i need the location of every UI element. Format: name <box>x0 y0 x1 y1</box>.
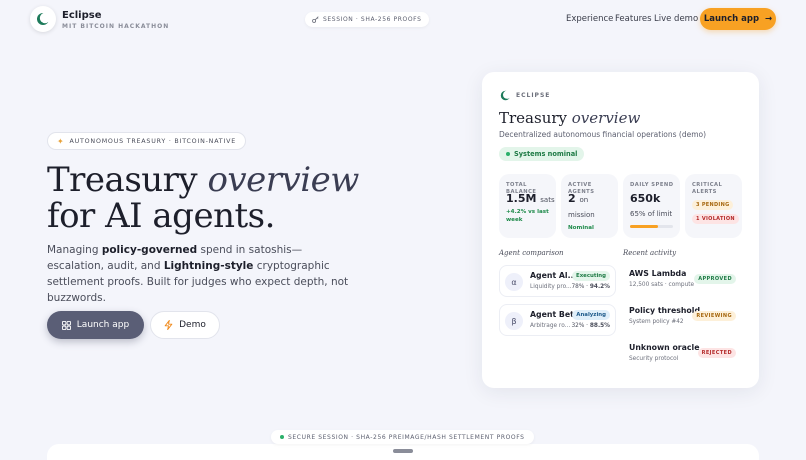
sparkle-icon: ✦ <box>57 136 65 146</box>
hero-title: Treasury overview for AI agents. <box>47 162 359 234</box>
recent-activity-heading: Recent activity <box>623 249 677 257</box>
secure-session-label: SECURE SESSION · SHA-256 PREIMAGE/HASH S… <box>288 433 525 441</box>
status-label: Systems nominal <box>514 150 578 158</box>
hero-desc-bold2: Lightning-style <box>163 260 254 272</box>
activity-status-tag: APPROVED <box>694 274 736 284</box>
stat-critical-alerts: CRITICAL ALERTS 3 PENDING 1 VIOLATION <box>685 174 742 238</box>
eclipse-logo-icon <box>500 90 511 101</box>
header-launch-label: Launch app <box>703 14 760 24</box>
agent-stat1: 32% <box>571 323 585 329</box>
activity-subtitle: System policy #42 <box>629 319 684 325</box>
card-subtitle: Decentralized autonomous financial opera… <box>499 130 707 139</box>
spend-progress-track <box>630 225 673 228</box>
key-icon <box>312 16 319 23</box>
card-title-italic: overview <box>571 109 641 127</box>
session-pill: SESSION · SHA-256 PROOFS <box>305 12 429 27</box>
activity-item[interactable]: Unknown oracle Security protocol REJECTE… <box>623 339 742 371</box>
agent-meta: Arbitrage ro... <box>530 323 571 329</box>
session-label: SESSION · SHA-256 PROOFS <box>323 16 422 23</box>
agent-name: Agent Al... <box>530 271 577 280</box>
brand-subtitle: MIT BITCOIN HACKATHON <box>62 23 170 30</box>
agent-stat2: 88.5% <box>589 323 610 329</box>
card-title-part1: Treasury <box>499 109 572 127</box>
brand-name: Eclipse <box>62 10 102 21</box>
stat-note: 65% of limit <box>630 210 673 218</box>
agent-stats: 78% · 94.2% <box>571 284 610 290</box>
secure-dot-icon <box>280 435 284 439</box>
agent-stats: 32% · 88.5% <box>571 323 610 329</box>
lightning-icon <box>164 320 173 330</box>
stat-value: 650k <box>630 192 661 205</box>
stat-note: +4.2% vs last week <box>506 209 549 223</box>
nav-experience[interactable]: Experience <box>566 14 613 24</box>
nav-features[interactable]: Features <box>615 14 652 24</box>
stat-active-agents: ACTIVE AGENTS 2 on mission Nominal <box>561 174 618 238</box>
agent-row-beta[interactable]: β Agent Beta Arbitrage ro... Analyzing 3… <box>499 304 616 336</box>
activity-status-tag: REJECTED <box>697 348 736 358</box>
agent-status-tag: Executing <box>572 271 610 281</box>
hero-demo-button[interactable]: Demo <box>150 311 220 339</box>
activity-status-tag: REVIEWING <box>692 311 736 321</box>
hero-badge: ✦ AUTONOMOUS TREASURY · BITCOIN-NATIVE <box>47 132 247 150</box>
agent-stat2: 94.2% <box>589 284 610 290</box>
stat-label: CRITICAL ALERTS <box>692 182 723 195</box>
activity-title: AWS Lambda <box>629 269 687 278</box>
activity-title: Policy threshold <box>629 306 701 315</box>
stat-value-number: 2 <box>568 192 576 205</box>
stat-label: DAILY SPEND <box>630 182 674 188</box>
stat-total-balance: TOTAL BALANCE 1.5M sats +4.2% vs last we… <box>499 174 556 238</box>
stat-daily-spend: DAILY SPEND 650k 65% of limit <box>623 174 680 238</box>
agent-comparison-heading: Agent comparison <box>499 249 564 257</box>
agent-meta: Liquidity pro... <box>530 284 572 290</box>
activity-subtitle: 12,500 sats · compute <box>629 282 695 288</box>
card-brand: ECLIPSE <box>516 92 551 99</box>
agent-avatar: α <box>505 273 523 291</box>
stat-value-unit2: mission <box>568 211 595 219</box>
violation-badge[interactable]: 1 VIOLATION <box>692 214 739 224</box>
hero-title-part1: Treasury <box>47 160 208 200</box>
header-launch-app-button[interactable]: Launch app → <box>700 8 776 30</box>
drag-handle[interactable] <box>393 449 413 453</box>
agent-avatar: β <box>505 312 523 330</box>
stat-value-number: 1.5M <box>506 192 537 205</box>
arrow-right-icon: → <box>765 14 773 24</box>
status-badge: Systems nominal <box>499 147 585 161</box>
agent-row-alpha[interactable]: α Agent Al... Liquidity pro... Executing… <box>499 265 616 297</box>
hero-launch-label: Launch app <box>76 320 130 330</box>
treasury-preview-card: ECLIPSE Treasury overview Decentralized … <box>482 72 759 388</box>
eclipse-logo-icon <box>37 12 50 25</box>
activity-item[interactable]: AWS Lambda 12,500 sats · compute APPROVE… <box>623 265 742 297</box>
stat-note: Nominal <box>568 225 594 231</box>
activity-item[interactable]: Policy threshold System policy #42 REVIE… <box>623 302 742 334</box>
hero-demo-label: Demo <box>179 320 206 330</box>
hero-description: Managing policy-governed spend in satosh… <box>47 242 357 306</box>
activity-title: Unknown oracle <box>629 343 700 352</box>
agent-status-tag: Analyzing <box>572 310 610 320</box>
status-dot-icon <box>506 152 510 156</box>
hero-launch-app-button[interactable]: Launch app <box>47 311 144 339</box>
pending-badge[interactable]: 3 PENDING <box>692 200 734 210</box>
brand-logo[interactable] <box>30 6 56 32</box>
stat-value: 1.5M sats <box>506 192 555 205</box>
card-title: Treasury overview <box>499 109 640 127</box>
stat-value-unit: sats <box>540 196 555 204</box>
spend-progress-fill <box>630 225 658 228</box>
hero-badge-label: AUTONOMOUS TREASURY · BITCOIN-NATIVE <box>69 137 237 145</box>
hero-desc-text1: Managing <box>47 244 102 256</box>
hero-desc-bold1: policy-governed <box>101 244 198 256</box>
grid-icon <box>61 320 71 330</box>
nav-live-demo[interactable]: Live demo <box>654 14 698 24</box>
hero-title-italic: overview <box>207 160 359 200</box>
hero-title-line2: for AI agents. <box>47 196 275 236</box>
secure-session-pill: SECURE SESSION · SHA-256 PREIMAGE/HASH S… <box>271 430 534 444</box>
stat-value: 2 on <box>568 192 588 205</box>
agent-stat1: 78% <box>571 284 585 290</box>
stat-value-unit: on <box>579 196 589 204</box>
activity-subtitle: Security protocol <box>629 356 679 362</box>
